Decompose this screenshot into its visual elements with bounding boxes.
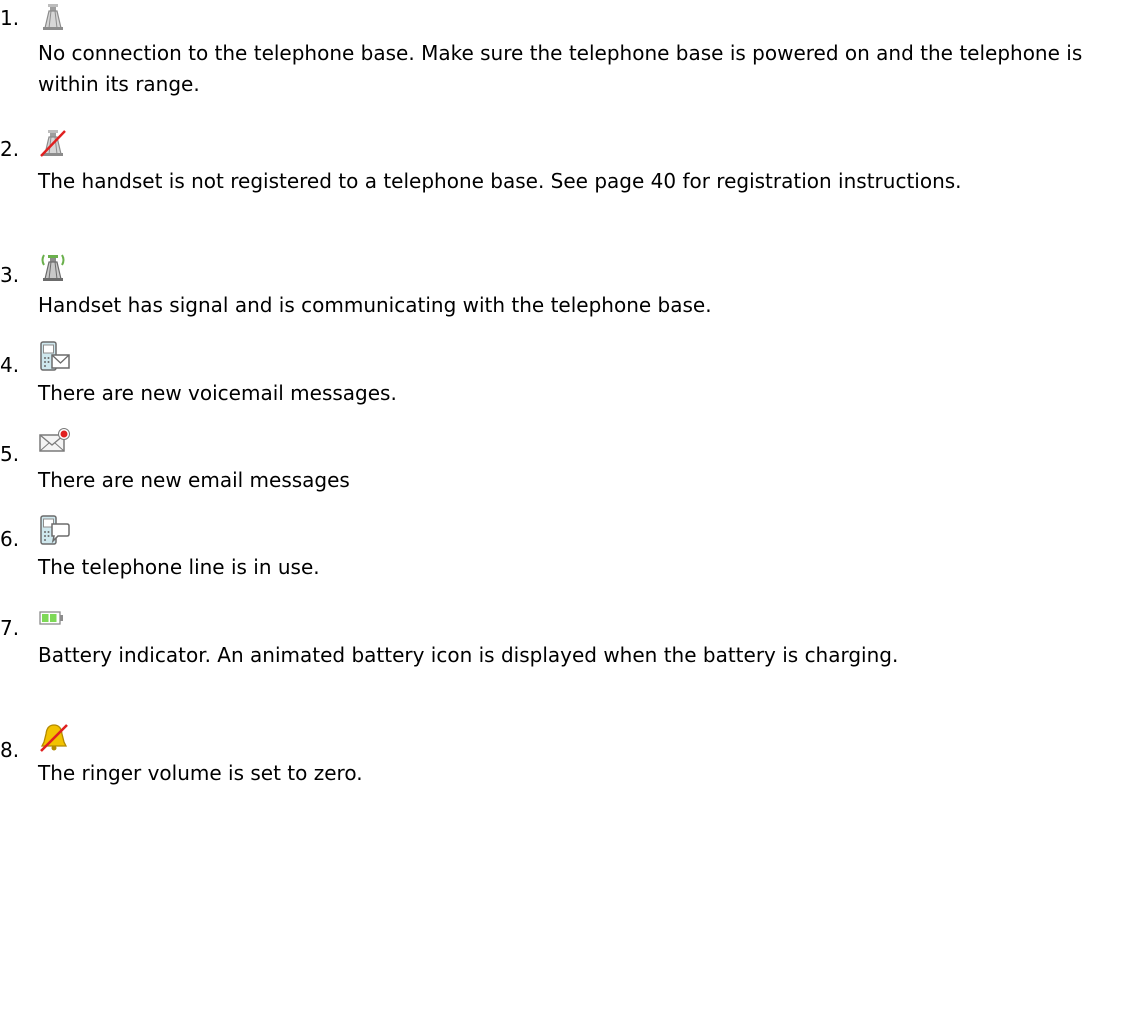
antenna-signal-icon [38,252,72,284]
item-description: Battery indicator. An animated battery i… [38,643,899,667]
item-number: 6. [0,527,20,551]
item-description: The telephone line is in use. [38,555,320,579]
item-description: There are new email messages [38,468,350,492]
item-number: 5. [0,442,20,466]
antenna-gray-icon [38,2,72,34]
phone-voicemail-icon [38,341,72,373]
item-description: The handset is not registered to a telep… [38,169,962,193]
item-number: 2. [0,137,20,161]
item-description: Handset has signal and is communicating … [38,293,712,317]
item-description: No connection to the telephone base. Mak… [38,41,1083,96]
ringer-muted-icon [38,722,72,754]
item-number: 1. [0,6,20,30]
antenna-crossed-icon [38,128,72,160]
item-number: 3. [0,263,20,287]
battery-icon [38,602,72,634]
item-number: 8. [0,738,20,762]
item-number: 7. [0,616,20,640]
icon-legend-list: 1. No connection to the telephone base. … [0,0,1129,1026]
item-description: The ringer volume is set to zero. [38,761,363,785]
envelope-new-icon [38,427,72,459]
item-description: There are new voicemail messages. [38,381,397,405]
phone-line-in-use-icon [38,515,72,547]
item-number: 4. [0,353,20,377]
